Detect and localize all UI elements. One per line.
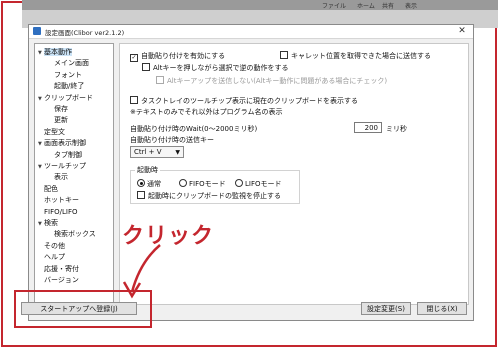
annotation-arrow <box>122 244 161 299</box>
